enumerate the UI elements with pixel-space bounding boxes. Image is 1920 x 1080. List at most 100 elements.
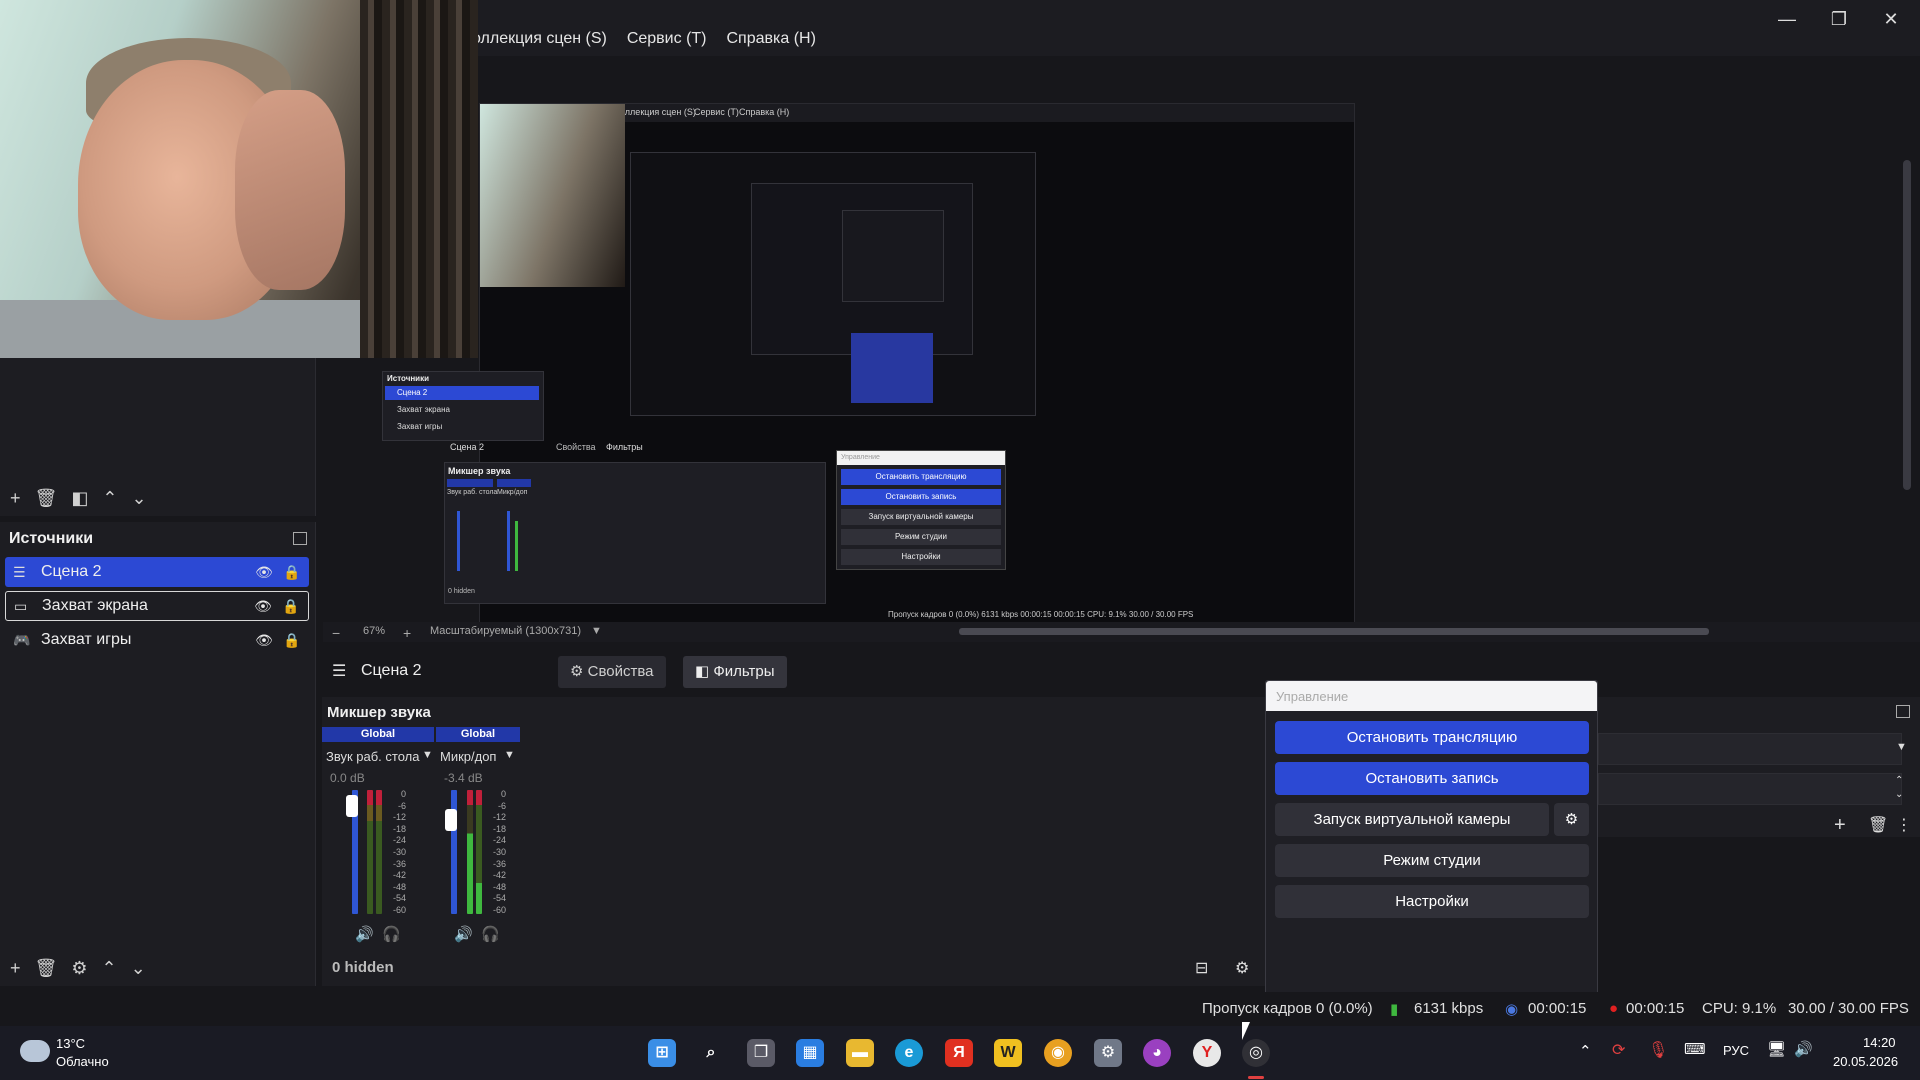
clock-time[interactable]: 14:20 xyxy=(1863,1035,1896,1050)
menu-scene-collection[interactable]: оллекция сцен (S) xyxy=(470,28,609,50)
webcam-hand xyxy=(235,90,345,290)
stepper-down-icon[interactable]: ⌄ xyxy=(1895,789,1903,800)
mixer-layout-icon[interactable]: ⊟ xyxy=(1195,958,1208,978)
channel-1-mute-icon[interactable]: 🔊 xyxy=(355,925,374,943)
network-icon[interactable]: 🖥 xyxy=(1767,1040,1786,1058)
channel-2-fader-handle[interactable] xyxy=(445,809,457,831)
add-transition-icon[interactable]: + xyxy=(1834,814,1846,837)
preview-canvas[interactable]: оллекция сцен (S) Сервис (T) Справка (H)… xyxy=(382,103,1355,627)
chrome-icon[interactable]: ◉ xyxy=(1044,1039,1072,1067)
store-icon[interactable]: ▦ xyxy=(796,1039,824,1067)
channel-2-header[interactable]: Global xyxy=(436,727,520,742)
dock-float-icon[interactable] xyxy=(293,532,307,545)
windows-start-icon[interactable]: ⊞ xyxy=(648,1039,676,1067)
clock-date[interactable]: 20.05.2026 xyxy=(1833,1054,1898,1069)
settings-icon[interactable]: ⚙ xyxy=(1094,1039,1122,1067)
weather-temp[interactable]: 13°C xyxy=(56,1036,85,1051)
channel-1-name[interactable]: Звук раб. стола xyxy=(326,749,419,764)
lock-icon[interactable]: 🔒 xyxy=(281,564,303,581)
nested-webcam-thumb xyxy=(480,104,625,287)
obs-icon[interactable]: ◎ xyxy=(1242,1039,1270,1067)
scale-mode[interactable]: Масштабируемый (1300x731) xyxy=(430,625,581,637)
zoom-out-icon[interactable]: − xyxy=(332,625,340,641)
stop-streaming-button[interactable]: Остановить трансляцию xyxy=(1275,721,1589,754)
preview-vertical-scrollbar[interactable] xyxy=(1903,160,1911,490)
search-icon[interactable]: ⌕ xyxy=(697,1039,725,1067)
move-scene-up-icon[interactable]: ⌃ xyxy=(102,488,117,509)
context-bar: ☰ Сцена 2 ⚙ Свойства ◧ Фильтры xyxy=(323,652,1920,692)
yandex-icon[interactable]: Я xyxy=(945,1039,973,1067)
microphone-icon[interactable]: 🎙 xyxy=(1648,1040,1668,1060)
remove-scene-icon[interactable]: 🗑 xyxy=(35,488,58,509)
nested-mixer: Микшер звука Звук раб. стола Микр/доп 0 … xyxy=(444,462,826,604)
dock-float-icon[interactable] xyxy=(1896,705,1910,718)
channel-1-dropdown-icon[interactable]: ▼ xyxy=(422,749,433,761)
remove-source-icon[interactable]: 🗑 xyxy=(35,958,58,979)
language-indicator[interactable]: РУС xyxy=(1723,1043,1749,1058)
visibility-eye-icon[interactable]: 👁 xyxy=(252,598,274,615)
channel-2-dropdown-icon[interactable]: ▼ xyxy=(504,749,515,761)
app-w-icon[interactable]: W xyxy=(994,1039,1022,1067)
source-properties-icon[interactable]: ⚙ xyxy=(71,958,87,979)
gear-icon: ⚙ xyxy=(570,663,588,680)
volume-icon[interactable]: 🔊 xyxy=(1794,1040,1813,1058)
keyboard-icon[interactable]: ⌨ xyxy=(1684,1040,1706,1058)
visibility-eye-icon[interactable]: 👁 xyxy=(253,564,275,581)
minimize-icon[interactable]: — xyxy=(1766,6,1808,32)
virtual-camera-settings-icon[interactable]: ⚙ xyxy=(1554,803,1589,836)
scene-filters-icon[interactable]: ◧ xyxy=(71,488,88,509)
weather-desc[interactable]: Облачно xyxy=(56,1054,109,1069)
properties-button[interactable]: ⚙ Свойства xyxy=(558,656,666,688)
start-virtual-camera-button[interactable]: Запуск виртуальной камеры xyxy=(1275,803,1549,836)
move-scene-down-icon[interactable]: ⌄ xyxy=(131,488,146,509)
add-scene-icon[interactable]: + xyxy=(10,488,21,509)
sync-icon[interactable]: ⟳ xyxy=(1612,1040,1625,1060)
scale-dropdown-icon[interactable]: ▼ xyxy=(591,625,602,637)
nested-scene-label: Сцена 2 xyxy=(450,442,485,452)
transition-select[interactable] xyxy=(1598,733,1902,765)
preview-horizontal-scrollbar[interactable] xyxy=(959,628,1709,635)
filters-button[interactable]: ◧ Фильтры xyxy=(683,656,787,688)
source-item-game-capture[interactable]: 🎮 Захват игры 👁 🔒 xyxy=(5,625,309,655)
lock-icon[interactable]: 🔒 xyxy=(281,632,303,649)
channel-1-monitor-icon[interactable]: 🎧 xyxy=(382,925,401,943)
yandex-browser-icon[interactable]: Y xyxy=(1193,1039,1221,1067)
menu-tools[interactable]: Сервис (T) xyxy=(625,28,709,50)
color-app-icon[interactable]: ◕ xyxy=(1143,1039,1171,1067)
mixer-settings-icon[interactable]: ⚙ xyxy=(1235,958,1249,978)
channel-1-header[interactable]: Global xyxy=(322,727,434,742)
source-item-scene-2[interactable]: ☰ Сцена 2 👁 🔒 xyxy=(5,557,309,587)
remove-transition-icon[interactable]: 🗑 xyxy=(1868,815,1888,835)
channel-1-fader-handle[interactable] xyxy=(346,795,358,817)
move-source-down-icon[interactable]: ⌄ xyxy=(131,958,146,979)
preview-zoom-bar: − 67% + Масштабируемый (1300x731) ▼ xyxy=(323,622,1920,642)
zoom-in-icon[interactable]: + xyxy=(403,625,411,641)
nested-settings: Настройки xyxy=(841,549,1001,565)
chevron-down-icon[interactable]: ▼ xyxy=(1896,741,1907,753)
nested-source-3: Захват игры xyxy=(397,422,443,431)
move-source-up-icon[interactable]: ⌃ xyxy=(102,958,117,979)
show-hidden-icons[interactable]: ⌃ xyxy=(1579,1042,1592,1060)
channel-2-mute-icon[interactable]: 🔊 xyxy=(454,925,473,943)
settings-button[interactable]: Настройки xyxy=(1275,885,1589,918)
close-icon[interactable]: ✕ xyxy=(1870,6,1912,32)
controls-title-bar[interactable]: Управление xyxy=(1266,681,1597,711)
menu-help[interactable]: Справка (H) xyxy=(725,28,818,50)
channel-2-monitor-icon[interactable]: 🎧 xyxy=(481,925,500,943)
file-explorer-icon[interactable]: ▬ xyxy=(846,1039,874,1067)
list-icon: ☰ xyxy=(332,663,347,680)
studio-mode-button[interactable]: Режим студии xyxy=(1275,844,1589,877)
cloud-icon[interactable] xyxy=(20,1040,50,1062)
edge-icon[interactable]: e xyxy=(895,1039,923,1067)
duration-field[interactable] xyxy=(1598,773,1902,805)
maximize-icon[interactable]: ❐ xyxy=(1818,6,1860,32)
add-source-icon[interactable]: + xyxy=(10,958,21,979)
lock-icon[interactable]: 🔒 xyxy=(280,598,302,615)
more-options-icon[interactable]: ⋮ xyxy=(1896,815,1912,835)
channel-2-name[interactable]: Микр/доп xyxy=(440,749,496,764)
stop-recording-button[interactable]: Остановить запись xyxy=(1275,762,1589,795)
stepper-up-icon[interactable]: ⌃ xyxy=(1895,775,1903,786)
source-item-screen-capture[interactable]: ▭ Захват экрана 👁 🔒 xyxy=(5,591,309,621)
task-view-icon[interactable]: ❐ xyxy=(747,1039,775,1067)
visibility-eye-icon[interactable]: 👁 xyxy=(253,632,275,649)
